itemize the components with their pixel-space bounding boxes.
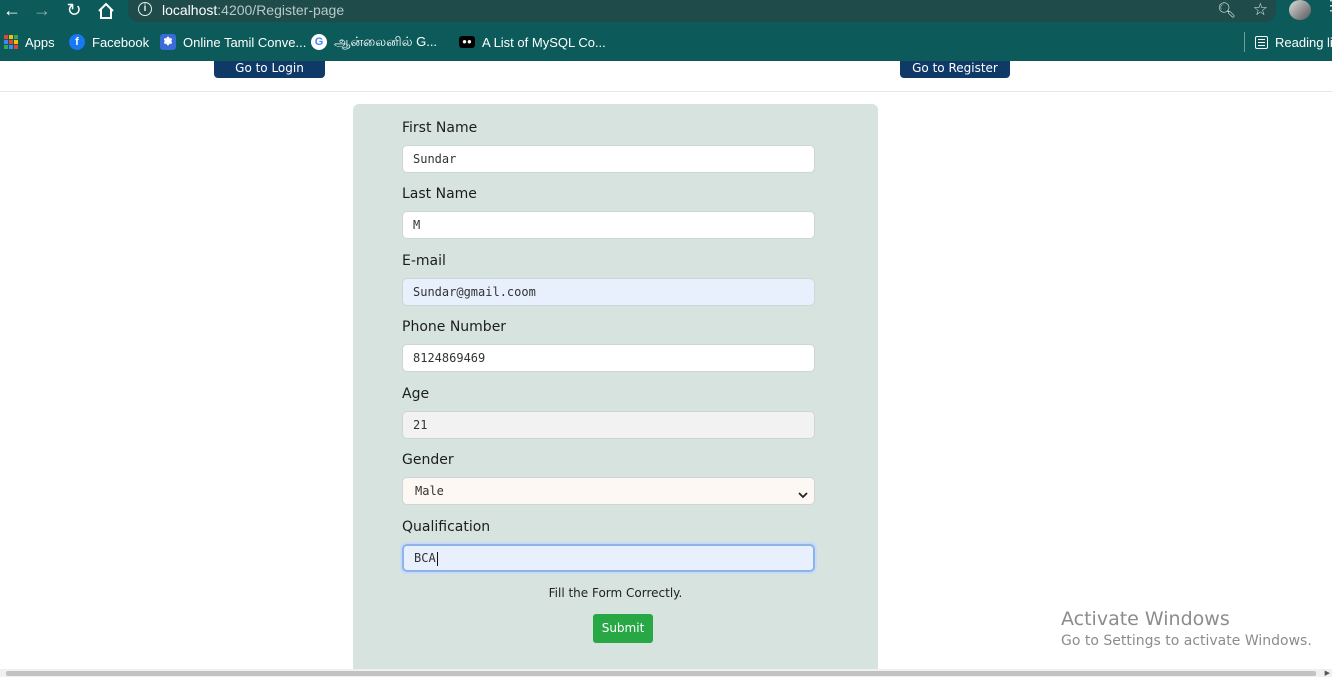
bookmark-label: Facebook	[92, 34, 150, 50]
bookmark-label: ஆன்லைனில் G...	[334, 33, 438, 49]
last-name-label: Last Name	[402, 186, 477, 202]
register-page: Go to Login Go to Register First Name Su…	[0, 61, 1332, 674]
horizontal-scrollbar[interactable]: ▶	[0, 669, 1332, 677]
reading-list[interactable]: Reading list	[1255, 30, 1332, 54]
activate-windows-watermark: Activate Windows Go to Settings to activ…	[1061, 608, 1312, 649]
site-info-icon[interactable]: i	[138, 2, 152, 16]
submit-button[interactable]: Submit	[593, 614, 653, 643]
more-menu-icon[interactable]: ⋮	[1324, 0, 1332, 18]
text-caret	[436, 551, 438, 566]
last-name-input[interactable]: M	[402, 211, 815, 239]
bookmark-label: A List of MySQL Co...	[482, 34, 606, 50]
back-arrow-icon[interactable]: ←	[0, 0, 24, 22]
facebook-icon: f	[69, 34, 85, 50]
email-input[interactable]: Sundar@gmail.coom	[402, 278, 815, 306]
bookmark-star-icon[interactable]: ☆	[1253, 0, 1268, 20]
bookmarks-bar: Apps f Facebook ✽ Online Tamil Conve... …	[0, 30, 1332, 54]
gender-label: Gender	[402, 452, 454, 468]
phone-number-input[interactable]: 8124869469	[402, 344, 815, 372]
register-form: First Name Sundar Last Name M E-mail Sun…	[353, 104, 878, 674]
bookmark-facebook[interactable]: f Facebook	[69, 30, 149, 54]
age-input[interactable]: 21	[402, 411, 815, 439]
forward-arrow-icon[interactable]: →	[30, 0, 54, 22]
watermark-subtitle: Go to Settings to activate Windows.	[1061, 633, 1312, 649]
scrollbar-thumb[interactable]	[6, 671, 1316, 676]
address-bar[interactable]: i localhost:4200/Register-page 🔍︎ ☆	[128, 0, 1276, 22]
email-label: E-mail	[402, 253, 446, 269]
gender-select[interactable]: Male	[402, 477, 815, 505]
url-path: :4200/Register-page	[217, 2, 345, 18]
tamil-converter-icon: ✽	[160, 34, 176, 50]
bookmark-apps[interactable]: Apps	[4, 30, 55, 54]
gender-selected-value: Male	[415, 484, 444, 498]
bookmark-label: Apps	[25, 34, 55, 50]
reload-icon[interactable]: ↻	[62, 0, 86, 22]
watermark-title: Activate Windows	[1061, 608, 1230, 630]
profile-avatar[interactable]	[1289, 0, 1311, 20]
bookmarks-divider	[1244, 32, 1245, 52]
go-to-register-button[interactable]: Go to Register	[900, 61, 1010, 78]
medium-icon: ●●	[459, 36, 475, 48]
first-name-input[interactable]: Sundar	[402, 145, 815, 173]
google-icon: G	[311, 34, 327, 50]
nav-divider	[0, 91, 1332, 92]
apps-grid-icon	[4, 35, 18, 49]
phone-number-label: Phone Number	[402, 319, 507, 335]
zoom-icon[interactable]: 🔍︎	[1217, 1, 1236, 19]
url-host: localhost	[162, 2, 218, 18]
browser-chrome: ← → ↻ i localhost:4200/Register-page 🔍︎ …	[0, 0, 1332, 61]
go-to-login-button[interactable]: Go to Login	[214, 61, 325, 78]
bookmark-google[interactable]: G ஆன்லைனில் G...	[311, 30, 437, 54]
scroll-right-icon[interactable]: ▶	[1325, 669, 1330, 677]
qualification-value: BCA	[414, 551, 436, 565]
form-message: Fill the Form Correctly.	[548, 586, 683, 600]
first-name-label: First Name	[402, 120, 478, 136]
address-url[interactable]: localhost:4200/Register-page	[162, 2, 344, 18]
qualification-label: Qualification	[402, 519, 491, 535]
qualification-input[interactable]: BCA	[402, 544, 815, 572]
home-icon[interactable]	[94, 0, 118, 22]
chevron-down-icon	[798, 483, 808, 509]
bookmark-label: Online Tamil Conve...	[183, 34, 307, 50]
bookmark-tamil-converter[interactable]: ✽ Online Tamil Conve...	[160, 30, 306, 54]
browser-toolbar: ← → ↻ i localhost:4200/Register-page 🔍︎ …	[0, 0, 1332, 22]
bookmark-mysql[interactable]: ●● A List of MySQL Co...	[459, 30, 606, 54]
reading-list-label: Reading list	[1275, 34, 1332, 50]
age-label: Age	[402, 386, 430, 402]
reading-list-icon	[1255, 35, 1268, 49]
